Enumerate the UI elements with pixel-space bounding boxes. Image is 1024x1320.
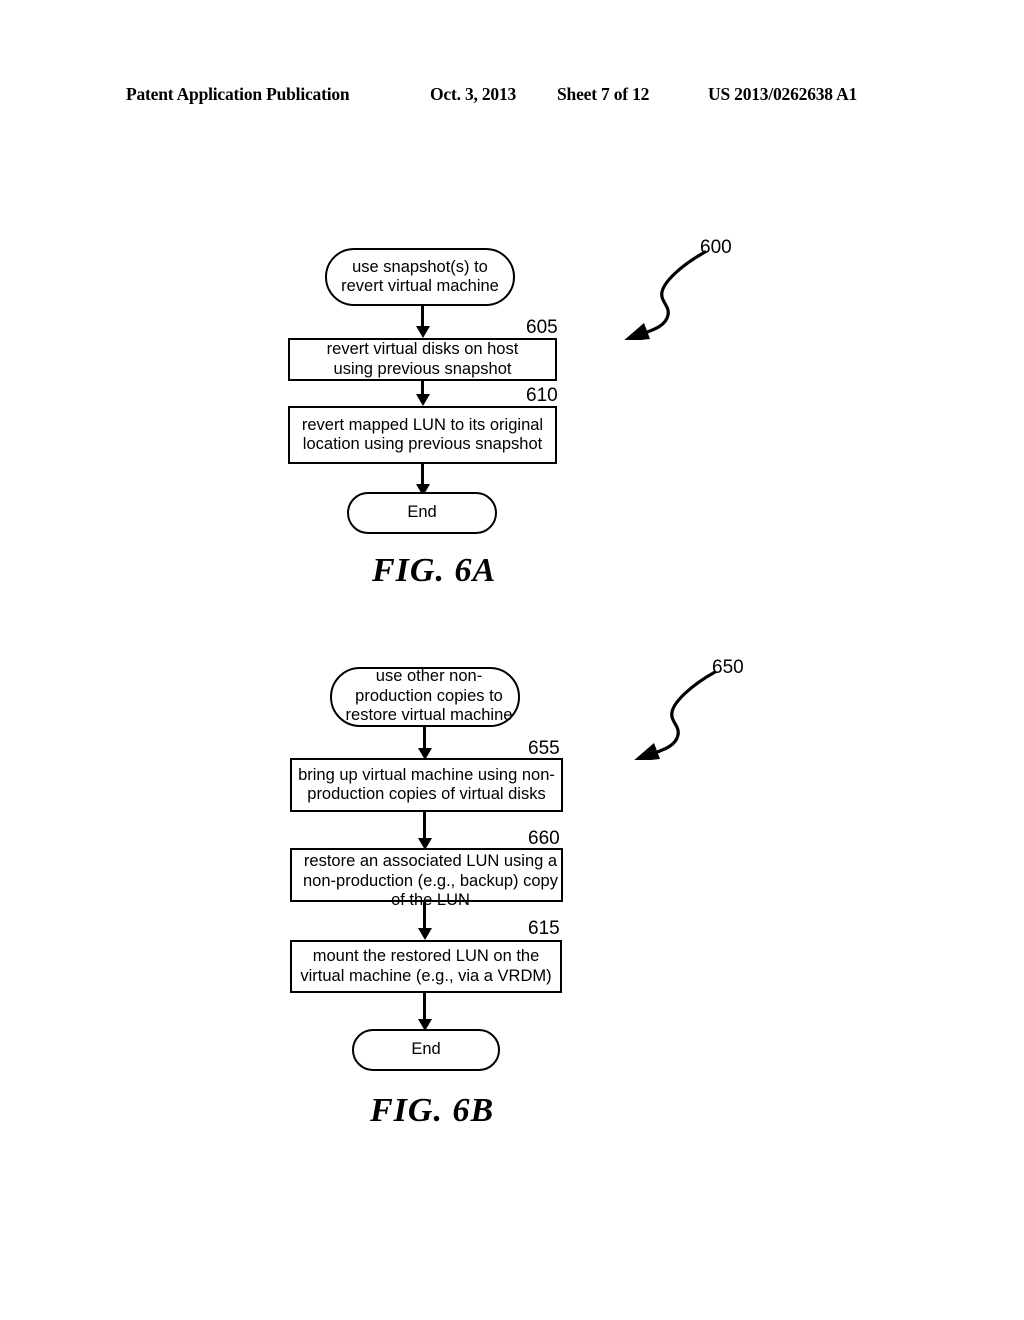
flow-node-655-text: bring up virtual machine using non- prod… xyxy=(298,765,555,804)
flow-node-660-text: restore an associated LUN using a non-pr… xyxy=(303,852,558,909)
flow-node-660: restore an associated LUN using a non-pr… xyxy=(290,848,563,909)
flow-node-start-650: use other non- production copies to rest… xyxy=(330,667,520,727)
flow-node-615: mount the restored LUN on the virtual ma… xyxy=(290,940,562,993)
flow-node-655: bring up virtual machine using non- prod… xyxy=(290,758,563,812)
flow-node-start-650-text: use other non- production copies to rest… xyxy=(345,667,513,724)
ref-label-660: 660 xyxy=(528,828,560,849)
flow-node-end-6b-text: End xyxy=(411,1040,441,1059)
reference-leader-650 xyxy=(634,670,717,760)
ref-label-615: 615 xyxy=(528,918,560,939)
ref-label-655: 655 xyxy=(528,738,560,759)
ref-label-650: 650 xyxy=(712,657,744,678)
figure-caption-6b: FIG. 6B xyxy=(370,1092,495,1129)
flow-node-end-6b: End xyxy=(352,1029,500,1071)
flow-node-615-text: mount the restored LUN on the virtual ma… xyxy=(300,947,552,985)
figure-6b: use other non- production copies to rest… xyxy=(0,0,1024,1129)
